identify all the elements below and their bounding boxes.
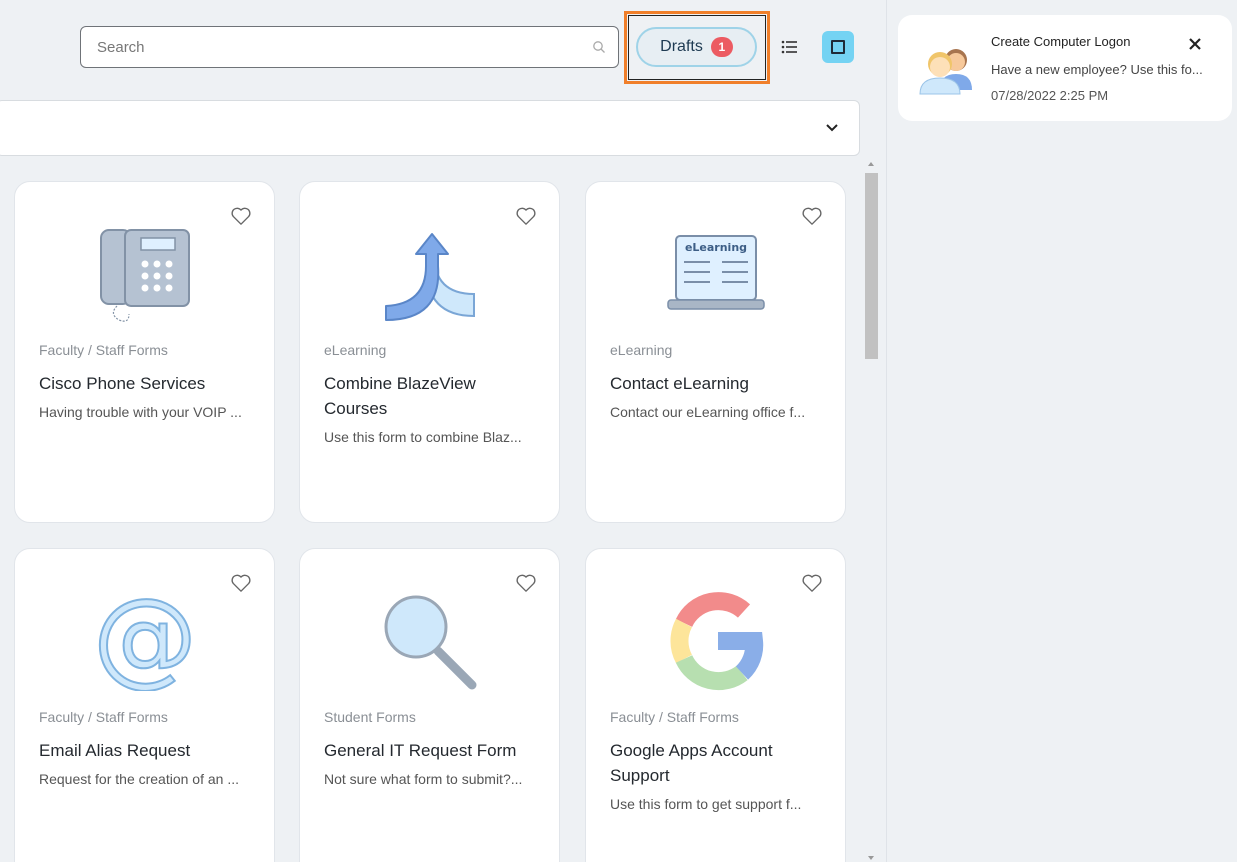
at-sign-icon: @ xyxy=(95,591,195,691)
card-category: Faculty / Staff Forms xyxy=(39,709,168,725)
form-card-contact-elearning[interactable]: eLearning eLearning Contact eLearning Co… xyxy=(585,181,846,523)
notification-panel: Create Computer Logon Have a new employe… xyxy=(887,0,1237,862)
search-box[interactable] xyxy=(80,26,619,68)
list-view-icon[interactable] xyxy=(779,36,801,58)
form-card-general-it-request[interactable]: Student Forms General IT Request Form No… xyxy=(299,548,560,862)
card-title: Contact eLearning xyxy=(610,374,749,393)
notification-card[interactable]: Create Computer Logon Have a new employe… xyxy=(898,15,1232,121)
close-icon[interactable] xyxy=(1188,37,1202,51)
scrollbar-thumb[interactable] xyxy=(865,173,878,359)
drafts-label: Drafts xyxy=(660,38,703,55)
grid-view-icon xyxy=(831,40,845,54)
magnifier-icon xyxy=(384,595,477,690)
notification-timestamp: 07/28/2022 2:25 PM xyxy=(991,88,1109,103)
google-g-icon xyxy=(670,592,764,691)
card-description: Contact our eLearning office f... xyxy=(610,404,806,420)
card-category: eLearning xyxy=(324,342,387,358)
laptop-screen-label: eLearning xyxy=(685,241,747,254)
notification-title: Create Computer Logon xyxy=(991,34,1131,49)
search-input[interactable] xyxy=(81,27,561,67)
grid-view-button[interactable] xyxy=(822,31,854,63)
merge-arrows-icon xyxy=(385,233,475,321)
desk-phone-icon xyxy=(100,229,190,322)
form-card-cisco-phone-services[interactable]: Faculty / Staff Forms Cisco Phone Servic… xyxy=(14,181,275,523)
notification-message: Have a new employee? Use this fo... xyxy=(991,62,1203,77)
drafts-count-badge: 1 xyxy=(710,37,733,57)
form-card-email-alias-request[interactable]: @ Faculty / Staff Forms Email Alias Requ… xyxy=(14,548,275,862)
form-card-combine-blazeview-courses[interactable]: eLearning Combine BlazeView Courses Use … xyxy=(299,181,560,523)
card-description: Use this form to combine Blaz... xyxy=(324,429,522,445)
users-avatar-icon xyxy=(919,49,972,95)
drafts-button[interactable]: Drafts 1 xyxy=(636,27,757,67)
card-category: Faculty / Staff Forms xyxy=(610,709,739,725)
card-title: Cisco Phone Services xyxy=(39,374,206,393)
card-title: General IT Request Form xyxy=(324,741,517,760)
heart-icon[interactable] xyxy=(515,573,537,593)
heart-icon[interactable] xyxy=(801,206,823,226)
heart-icon[interactable] xyxy=(230,206,252,226)
card-description: Request for the creation of an ... xyxy=(39,771,240,787)
card-description: Having trouble with your VOIP ... xyxy=(39,404,242,420)
heart-icon[interactable] xyxy=(801,573,823,593)
card-category: Faculty / Staff Forms xyxy=(39,342,168,358)
heart-icon[interactable] xyxy=(230,573,252,593)
svg-text:@: @ xyxy=(95,591,195,691)
card-description: Use this form to get support f... xyxy=(610,796,802,812)
card-title: Email Alias Request xyxy=(39,741,191,760)
laptop-elearning-icon: eLearning xyxy=(667,235,765,310)
card-description: Not sure what form to submit?... xyxy=(324,771,523,787)
main-content: Drafts 1 xyxy=(0,0,886,862)
card-title: Google Apps Account Support xyxy=(610,741,773,785)
scrollbar[interactable] xyxy=(864,160,878,862)
card-category: Student Forms xyxy=(324,709,416,725)
heart-icon[interactable] xyxy=(515,206,537,226)
form-card-google-apps-support[interactable]: Faculty / Staff Forms Google Apps Accoun… xyxy=(585,548,846,862)
scroll-down-arrow[interactable] xyxy=(868,856,874,860)
card-title: Combine BlazeView Courses xyxy=(324,374,476,418)
card-category: eLearning xyxy=(610,342,673,358)
scroll-up-arrow[interactable] xyxy=(868,162,874,166)
chevron-down-icon xyxy=(826,124,838,132)
search-icon[interactable] xyxy=(592,40,606,54)
category-filter-dropdown[interactable] xyxy=(0,100,860,156)
